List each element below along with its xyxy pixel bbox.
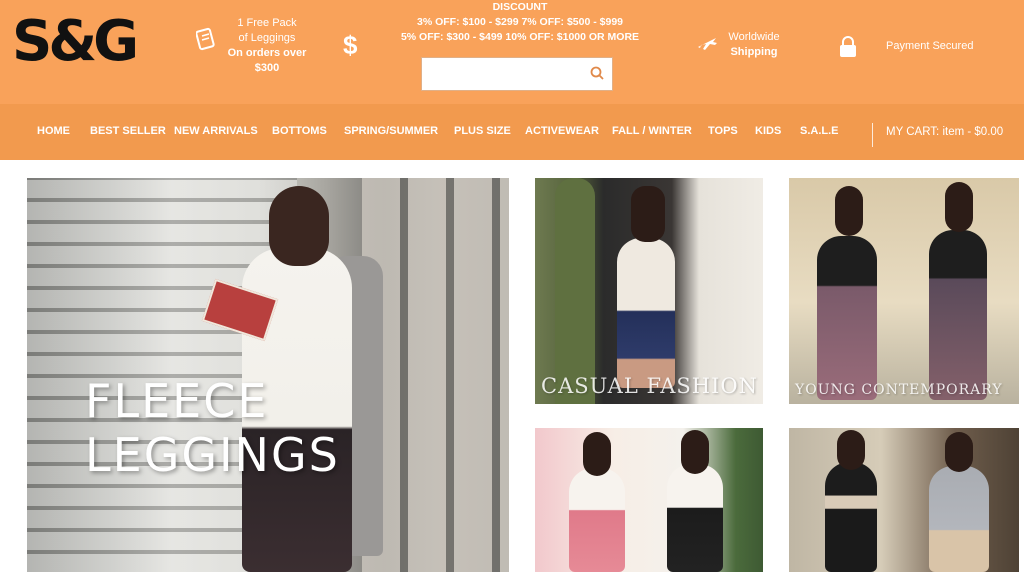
banner-tops-bottoms[interactable]: [535, 428, 763, 572]
free-leggings-promo: 1 Free Pack of Leggings On orders over $…: [222, 16, 312, 76]
model-figure-left: [817, 236, 877, 400]
model-head-right: [681, 430, 709, 474]
nav-home[interactable]: HOME: [37, 125, 70, 137]
promo-line-2: of Leggings: [238, 32, 296, 44]
model-figure-right: [929, 466, 989, 572]
discount-row-2: 5% OFF: $300 - $499 10% OFF: $1000 OR MO…: [400, 31, 640, 43]
nav-bottoms[interactable]: BOTTOMS: [272, 125, 327, 137]
discount-title: DISCOUNT: [492, 1, 548, 13]
model-figure-left: [825, 462, 877, 572]
model-figure-left: [569, 468, 625, 572]
nav-new-arrivals[interactable]: NEW ARRIVALS: [174, 125, 258, 137]
my-cart[interactable]: MY CART: item - $0.00: [886, 126, 1003, 138]
model-head-right: [945, 432, 973, 472]
nav-spring-summer[interactable]: SPRING/SUMMER: [344, 125, 438, 137]
dollar-icon: $: [343, 30, 358, 60]
discount-info: DISCOUNT 3% OFF: $100 - $299 7% OFF: $50…: [395, 0, 645, 45]
search-box[interactable]: [421, 57, 613, 91]
model-head-left: [837, 430, 865, 470]
lock-icon: [840, 36, 856, 57]
model-head: [269, 186, 329, 266]
banner-young-contemporary[interactable]: YOUNG CONTEMPORARY: [789, 178, 1019, 404]
nav-fall-winter[interactable]: FALL / WINTER: [612, 125, 692, 137]
airplane-icon: [698, 38, 717, 50]
main-nav: HOME BEST SELLER NEW ARRIVALS BOTTOMS SP…: [0, 104, 1024, 160]
discount-row-1: 3% OFF: $100 - $299 7% OFF: $500 - $999: [416, 16, 624, 28]
model-figure: [617, 238, 675, 388]
nav-best-seller[interactable]: BEST SELLER: [90, 125, 166, 137]
casual-fashion-title: CASUAL FASHION: [541, 374, 758, 398]
shipping-line-2: Shipping: [730, 46, 778, 58]
nav-activewear[interactable]: ACTIVEWEAR: [525, 125, 599, 137]
payment-secured: Payment Secured: [886, 40, 974, 52]
nav-plus-size[interactable]: PLUS SIZE: [454, 125, 511, 137]
model-figure-right: [929, 230, 987, 400]
banner-activewear[interactable]: [789, 428, 1019, 572]
hero-banner-fleece-leggings[interactable]: FLEECE LEGGINGS: [27, 178, 509, 572]
hero-title: FLEECE LEGGINGS: [85, 374, 340, 482]
nav-divider: [872, 123, 873, 147]
nav-sale[interactable]: S.A.L.E: [800, 125, 839, 137]
search-icon[interactable]: [590, 66, 604, 80]
banner-casual-fashion[interactable]: CASUAL FASHION: [535, 178, 763, 404]
cart-summary: item - $0.00: [942, 126, 1004, 138]
model-head-right: [945, 182, 973, 232]
cart-label: MY CART:: [886, 126, 940, 138]
model-head-left: [835, 186, 863, 236]
promo-bold: On orders over $300: [227, 47, 307, 74]
brand-logo[interactable]: S&G: [12, 10, 139, 74]
shipping-line-1: Worldwide: [728, 31, 780, 43]
model-head-left: [583, 432, 611, 476]
header-bar: S&G 1 Free Pack of Leggings On orders ov…: [0, 0, 1024, 104]
search-input[interactable]: [428, 64, 582, 86]
nav-kids[interactable]: KIDS: [755, 125, 781, 137]
young-contemporary-title: YOUNG CONTEMPORARY: [795, 382, 1003, 398]
coupon-icon: [196, 27, 215, 51]
promo-line-1: 1 Free Pack: [237, 17, 297, 29]
nav-tops[interactable]: TOPS: [708, 125, 738, 137]
model-head: [631, 186, 665, 242]
model-figure-right: [667, 464, 723, 572]
cactus-prop: [555, 178, 595, 404]
worldwide-shipping: Worldwide Shipping: [722, 30, 786, 60]
